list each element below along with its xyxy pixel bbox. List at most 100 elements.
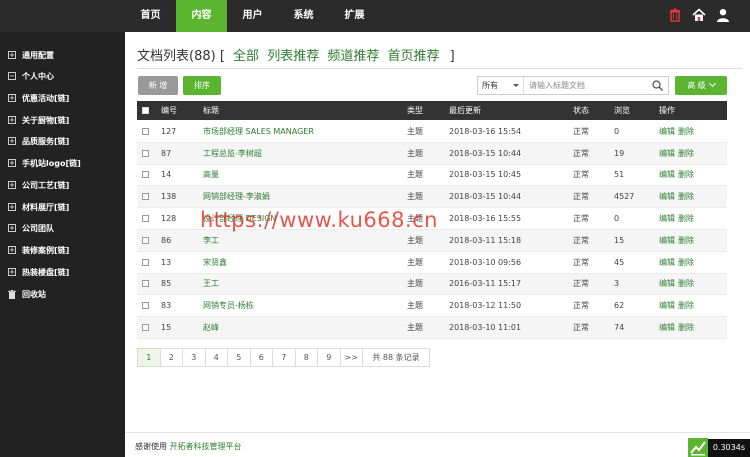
edit-link[interactable]: 编辑 (659, 148, 675, 159)
sidebar-item-personal-center[interactable]: − 个人中心 (8, 69, 54, 83)
search-icon[interactable] (652, 80, 663, 91)
filter-link-list-recommend[interactable]: 列表推荐 (267, 49, 319, 64)
edit-link[interactable]: 编辑 (659, 126, 675, 137)
row-status: 正常 (573, 192, 589, 202)
pager-page-button[interactable]: 9 (317, 348, 341, 367)
search-input[interactable] (524, 77, 644, 94)
row-updated: 2018-03-15 10:44 (449, 148, 522, 158)
trash-icon (8, 289, 16, 299)
select-all-checkbox[interactable] (142, 107, 149, 114)
advanced-button[interactable]: 高 级 (675, 76, 727, 95)
table-row: 83 网销专员-杨栋 主题 2018-03-12 11:50 正常 62 编辑 删除 (137, 295, 727, 318)
footer-link[interactable]: 开拓者科技管理平台 (170, 442, 242, 451)
page-title-text: 文档列表(88) (137, 49, 216, 64)
delete-link[interactable]: 删除 (678, 191, 694, 202)
pager-page-button[interactable]: 1 (137, 348, 161, 367)
sort-button[interactable]: 排序 (183, 76, 221, 95)
sidebar-item-general-config[interactable]: + 通用配置 (8, 48, 54, 62)
pager-page-button[interactable]: 8 (294, 348, 318, 367)
sidebar-item-team[interactable]: + 公司团队 (8, 221, 54, 235)
edit-link[interactable]: 编辑 (659, 257, 675, 268)
row-checkbox[interactable] (142, 149, 149, 157)
edit-link[interactable]: 编辑 (659, 235, 675, 246)
sidebar-item-mobile-logo[interactable]: + 手机站logo[链] (8, 156, 81, 170)
delete-link[interactable]: 删除 (678, 300, 694, 311)
delete-link[interactable]: 删除 (678, 322, 694, 333)
row-checkbox[interactable] (142, 127, 149, 135)
pager-next-button[interactable]: >> (339, 348, 363, 367)
delete-link[interactable]: 删除 (678, 257, 694, 268)
type-select[interactable]: 所有 (478, 77, 524, 94)
pager-page-button[interactable]: 6 (249, 348, 273, 367)
edit-link[interactable]: 编辑 (659, 169, 675, 180)
row-checkbox[interactable] (142, 280, 149, 288)
row-ops: 编辑 删除 (659, 230, 694, 251)
sidebar-item-cases[interactable]: + 装修案例[链] (8, 243, 69, 257)
row-checkbox[interactable] (142, 236, 149, 244)
sidebar-item-showroom[interactable]: + 材料展厅[链] (8, 200, 69, 214)
filter-link-all[interactable]: 全部 (233, 49, 259, 64)
edit-link[interactable]: 编辑 (659, 322, 675, 333)
row-checkbox[interactable] (142, 302, 149, 310)
delete-link[interactable]: 删除 (678, 126, 694, 137)
nav-users[interactable]: 用户 (227, 0, 278, 32)
render-time: 0.3034s (707, 439, 750, 457)
pager-page-button[interactable]: 7 (272, 348, 296, 367)
pager-page-button[interactable]: 5 (227, 348, 251, 367)
pager-page-button[interactable]: 3 (182, 348, 206, 367)
sidebar-item-craft[interactable]: + 公司工艺[链] (8, 178, 69, 192)
row-title-link[interactable]: 宋贤鑫 (203, 252, 227, 273)
sidebar-item-promotions[interactable]: + 优惠活动[链] (8, 91, 69, 105)
sidebar-item-quality-service[interactable]: + 品质服务[链] (8, 134, 69, 148)
edit-link[interactable]: 编辑 (659, 278, 675, 289)
row-title-link[interactable]: 王工 (203, 274, 219, 295)
row-checkbox[interactable] (142, 171, 149, 179)
sidebar-item-about[interactable]: + 关于厨物[链] (8, 113, 69, 127)
pager-page-button[interactable]: 2 (159, 348, 183, 367)
row-title-link[interactable]: 高量 (203, 165, 219, 186)
home-icon[interactable] (692, 8, 706, 22)
nav-system[interactable]: 系统 (278, 0, 329, 32)
table-header: 编号 标题 类型 最后更新 状态 浏览 操作 (137, 101, 727, 120)
trash-icon[interactable] (668, 8, 682, 22)
nav-home[interactable]: 首页 (125, 0, 176, 32)
edit-link[interactable]: 编辑 (659, 300, 675, 311)
edit-link[interactable]: 编辑 (659, 213, 675, 224)
row-title-link[interactable]: 网销专员-杨栋 (203, 295, 254, 316)
row-checkbox[interactable] (142, 258, 149, 266)
row-ops: 编辑 删除 (659, 208, 694, 229)
row-checkbox-cell (142, 165, 149, 186)
sidebar-item-label: 品质服务[链] (22, 136, 70, 146)
user-icon[interactable] (716, 8, 730, 22)
row-title-link[interactable]: 李工 (203, 230, 219, 251)
delete-link[interactable]: 删除 (678, 235, 694, 246)
delete-link[interactable]: 删除 (678, 213, 694, 224)
row-title-link[interactable]: 赵峰 (203, 317, 219, 338)
delete-link[interactable]: 删除 (678, 278, 694, 289)
row-checkbox[interactable] (142, 215, 149, 223)
sidebar-item-hot-projects[interactable]: + 热装楼盘[链] (8, 265, 69, 279)
row-title-link[interactable]: 网销部经理-李淑娟 (203, 186, 270, 207)
table-row: 127 市场部经理 SALES MANAGER 主题 2018-03-16 15:54… (137, 121, 727, 143)
table-row: 13 宋贤鑫 主题 2018-03-10 09:56 正常 45 编辑 删除 (137, 252, 727, 274)
row-views: 15 (614, 235, 625, 245)
new-button[interactable]: 新 增 (138, 76, 178, 95)
nav-content[interactable]: 内容 (176, 0, 227, 32)
delete-link[interactable]: 删除 (678, 169, 694, 180)
nav-extend[interactable]: 扩展 (329, 0, 380, 32)
filter-link-channel-recommend[interactable]: 频道推荐 (327, 49, 379, 64)
row-title-link[interactable]: 设计部经理 DESIGN (203, 208, 276, 229)
filter-link-home-recommend[interactable]: 首页推荐 (388, 49, 440, 64)
row-title-link[interactable]: 工程总监-李树超 (203, 143, 262, 164)
header-title: 标题 (203, 106, 219, 115)
row-checkbox[interactable] (142, 193, 149, 201)
row-title-link[interactable]: 市场部经理 SALES MANAGER (203, 121, 314, 142)
edit-link[interactable]: 编辑 (659, 191, 675, 202)
row-updated: 2018-03-16 15:55 (449, 214, 522, 224)
pager-page-button[interactable]: 4 (204, 348, 228, 367)
row-checkbox-cell (142, 143, 149, 164)
table-row: 85 王工 主题 2016-03-11 15:17 正常 3 编辑 删除 (137, 273, 727, 296)
row-checkbox[interactable] (142, 324, 149, 332)
delete-link[interactable]: 删除 (678, 148, 694, 159)
sidebar-item-recycle-bin[interactable]: 回收站 (8, 287, 46, 301)
